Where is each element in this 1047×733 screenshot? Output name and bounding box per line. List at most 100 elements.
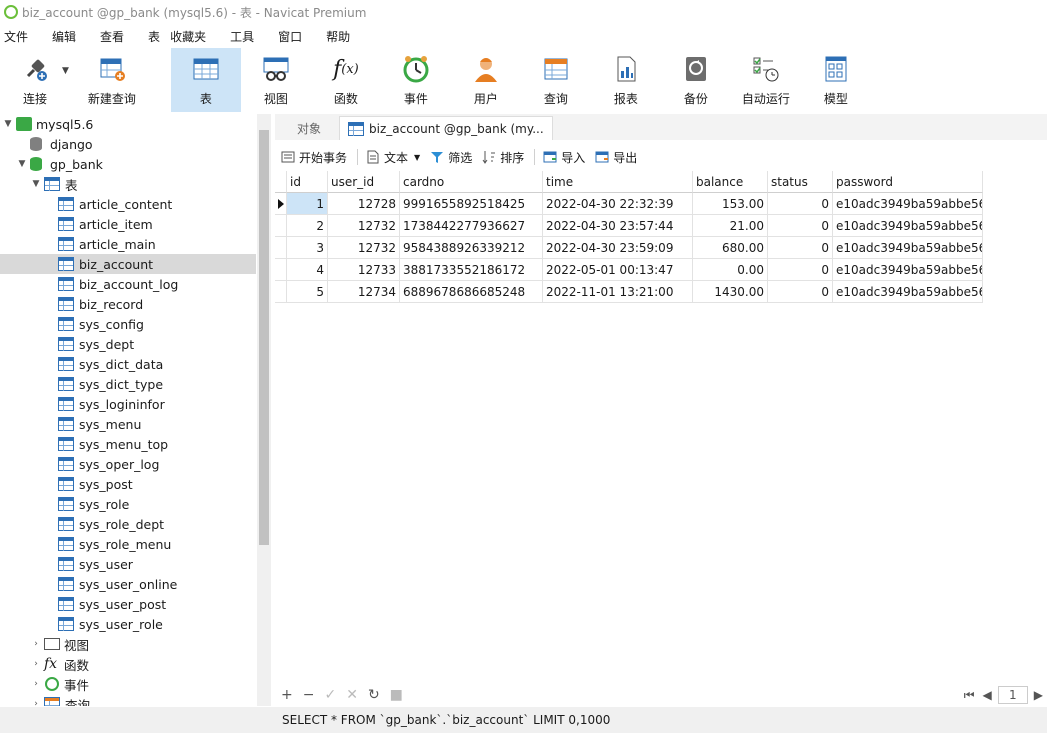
tree-table-item[interactable]: article_main [0,234,256,254]
cell-time[interactable]: 2022-05-01 00:13:47 [543,259,693,281]
cell-status[interactable]: 0 [768,215,833,237]
cell-id[interactable]: 4 [287,259,328,281]
cell-password[interactable]: e10adc3949ba59abbe56e [833,281,983,303]
tree-table-item[interactable]: sys_dict_type [0,374,256,394]
chevron-down-icon[interactable]: ▼ [62,66,69,112]
backup-button[interactable]: 备份 [661,48,731,112]
cell-balance[interactable]: 21.00 [693,215,768,237]
add-record-icon[interactable]: + [281,687,293,703]
cell-user-id[interactable]: 12732 [328,237,400,259]
cell-time[interactable]: 2022-04-30 23:59:09 [543,237,693,259]
connect-button[interactable]: 连接 [0,48,70,112]
view-button[interactable]: 视图 [241,48,311,112]
tree-table-item[interactable]: biz_account_log [0,274,256,294]
cell-cardno[interactable]: 6889678686685248 [400,281,543,303]
tree-db-gp-bank[interactable]: ▼ gp_bank [0,154,256,174]
tree-db-django[interactable]: django [0,134,256,154]
column-header-user-id[interactable]: user_id [328,171,400,193]
cell-balance[interactable]: 1430.00 [693,281,768,303]
page-number[interactable]: 1 [997,686,1028,704]
report-button[interactable]: 报表 [591,48,661,112]
menu-view[interactable]: 查看 [100,28,136,45]
cell-user-id[interactable]: 12728 [328,193,400,215]
export-button[interactable]: 导出 [595,149,637,166]
cell-password[interactable]: e10adc3949ba59abbe56e [833,237,983,259]
column-header-password[interactable]: password [833,171,983,193]
menu-help[interactable]: 帮助 [326,28,362,45]
table-row[interactable]: 1 12728 9991655892518425 2022-04-30 22:32:3… [275,193,1047,215]
user-button[interactable]: 用户 [451,48,521,112]
sort-button[interactable]: 排序 [482,149,524,166]
tab-biz-account[interactable]: biz_account @gp_bank (my... [339,116,553,140]
table-button[interactable]: 表 [170,48,241,112]
refresh-icon[interactable]: ↻ [368,687,380,703]
menu-table[interactable]: 表 [148,28,170,45]
filter-button[interactable]: 筛选 [430,149,472,166]
cell-time[interactable]: 2022-04-30 23:57:44 [543,215,693,237]
cell-cardno[interactable]: 9584388926339212 [400,237,543,259]
begin-transaction-button[interactable]: 开始事务 [281,149,347,166]
cell-balance[interactable]: 680.00 [693,237,768,259]
tree-table-item[interactable]: biz_record [0,294,256,314]
next-page-icon[interactable]: ▶ [1034,688,1043,702]
sidebar-scrollbar[interactable] [257,114,271,706]
menu-window[interactable]: 窗口 [278,28,314,45]
tree-table-item[interactable]: sys_menu [0,414,256,434]
cell-status[interactable]: 0 [768,281,833,303]
tree-events-folder[interactable]: › 事件 [0,674,256,694]
cell-status[interactable]: 0 [768,237,833,259]
cell-cardno[interactable]: 9991655892518425 [400,193,543,215]
tree-table-item[interactable]: article_content [0,194,256,214]
tree-table-item[interactable]: sys_oper_log [0,454,256,474]
cell-time[interactable]: 2022-11-01 13:21:00 [543,281,693,303]
chevron-down-icon[interactable]: ▼ [30,179,42,189]
chevron-right-icon[interactable]: › [30,639,42,649]
chevron-right-icon[interactable]: › [30,699,42,706]
cell-balance[interactable]: 0.00 [693,259,768,281]
previous-page-icon[interactable]: ◀ [983,688,992,702]
chevron-right-icon[interactable]: › [30,659,42,669]
menu-file[interactable]: 文件 [4,28,40,45]
column-header-time[interactable]: time [543,171,693,193]
cell-time[interactable]: 2022-04-30 22:32:39 [543,193,693,215]
tree-connection[interactable]: ▼ mysql5.6 [0,114,256,134]
discard-changes-icon[interactable]: ✕ [346,687,358,703]
cell-id[interactable]: 1 [287,193,328,215]
function-button[interactable]: f (x) 函数 [311,48,381,112]
cell-balance[interactable]: 153.00 [693,193,768,215]
column-header-status[interactable]: status [768,171,833,193]
model-button[interactable]: 模型 [801,48,871,112]
cell-id[interactable]: 5 [287,281,328,303]
cell-id[interactable]: 3 [287,237,328,259]
chevron-down-icon[interactable]: ▼ [16,159,28,169]
cell-user-id[interactable]: 12733 [328,259,400,281]
tree-table-item[interactable]: biz_account [0,254,256,274]
tree-table-item[interactable]: sys_role_dept [0,514,256,534]
auto-run-button[interactable]: 自动运行 [731,48,801,112]
menu-edit[interactable]: 编辑 [52,28,88,45]
column-header-cardno[interactable]: cardno [400,171,543,193]
chevron-right-icon[interactable]: › [30,679,42,689]
cell-cardno[interactable]: 1738442277936627 [400,215,543,237]
tree-views-folder[interactable]: › 视图 [0,634,256,654]
chevron-down-icon[interactable]: ▼ [2,119,14,129]
table-row[interactable]: 5 12734 6889678686685248 2022-11-01 13:21:0… [275,281,1047,303]
import-button[interactable]: 导入 [543,149,585,166]
tree-table-item[interactable]: sys_user [0,554,256,574]
tree-table-item[interactable]: sys_logininfor [0,394,256,414]
query-button[interactable]: 查询 [521,48,591,112]
cell-cardno[interactable]: 3881733552186172 [400,259,543,281]
cell-status[interactable]: 0 [768,259,833,281]
tree-table-item[interactable]: sys_role_menu [0,534,256,554]
tree-table-item[interactable]: sys_menu_top [0,434,256,454]
table-row[interactable]: 2 12732 1738442277936627 2022-04-30 23:57:4… [275,215,1047,237]
menu-favorites[interactable]: 收藏夹 [170,28,218,45]
cell-password[interactable]: e10adc3949ba59abbe56e [833,215,983,237]
cell-status[interactable]: 0 [768,193,833,215]
tree-table-item[interactable]: sys_user_online [0,574,256,594]
cell-user-id[interactable]: 12732 [328,215,400,237]
cell-user-id[interactable]: 12734 [328,281,400,303]
column-header-id[interactable]: id [287,171,328,193]
tree-table-item[interactable]: sys_role [0,494,256,514]
cell-id[interactable]: 2 [287,215,328,237]
